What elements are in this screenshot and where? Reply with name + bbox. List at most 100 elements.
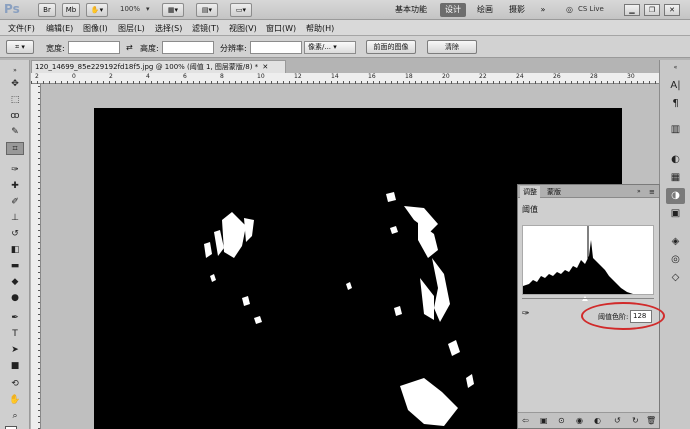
cs-live-icon[interactable]: ◎: [566, 5, 573, 14]
paths-panel-icon[interactable]: ◇: [666, 270, 685, 286]
arrange-documents-button[interactable]: ▤▾: [196, 3, 218, 17]
healing-brush-tool-icon[interactable]: ✚: [6, 180, 24, 193]
close-button[interactable]: ✕: [664, 4, 680, 16]
marquee-tool-icon[interactable]: ⬚: [6, 94, 24, 107]
eraser-tool-icon[interactable]: ◧: [6, 244, 24, 257]
panel-menu-icon[interactable]: ≡: [646, 186, 658, 198]
reset-icon[interactable]: ↺: [614, 416, 621, 425]
slider-track: [522, 298, 654, 299]
more-workspaces-button[interactable]: »: [536, 3, 550, 17]
menu-window[interactable]: 窗口(W): [266, 23, 296, 34]
dodge-tool-icon[interactable]: ●: [6, 292, 24, 305]
hand-tool-icon[interactable]: ✋: [6, 394, 24, 407]
refresh-icon[interactable]: ↻: [632, 416, 639, 425]
ruler-number: 18: [405, 73, 413, 80]
document-tab[interactable]: 120_14699_85e229192fd18f5.jpg @ 100% (阈值…: [31, 60, 286, 73]
adjustments-panel-icon[interactable]: ◑: [666, 188, 685, 204]
character-panel-icon[interactable]: A|: [666, 78, 685, 94]
menu-select[interactable]: 选择(S): [155, 23, 182, 34]
mini-bridge-button[interactable]: Mb: [62, 3, 80, 17]
menu-layer[interactable]: 图层(L): [118, 23, 145, 34]
3d-rotate-tool-icon[interactable]: ⟲: [6, 378, 24, 391]
front-image-button[interactable]: 前面的图像: [366, 40, 416, 54]
path-selection-tool-icon[interactable]: ➤: [6, 344, 24, 357]
ruler-number: 8: [220, 73, 224, 80]
menu-view[interactable]: 视图(V): [229, 23, 257, 34]
ruler-number: 14: [331, 73, 339, 80]
resolution-label: 分辨率:: [220, 44, 247, 53]
ruler-number: 12: [294, 73, 302, 80]
paragraph-panel-icon[interactable]: ¶: [666, 96, 685, 112]
lasso-tool-icon[interactable]: ꝏ: [6, 110, 24, 123]
tab-masks[interactable]: 蒙版: [544, 186, 564, 198]
menu-help[interactable]: 帮助(H): [306, 23, 334, 34]
eyedropper-icon[interactable]: ✑: [522, 309, 530, 319]
clone-stamp-tool-icon[interactable]: ⊥: [6, 212, 24, 225]
brush-tool-icon[interactable]: ✐: [6, 196, 24, 209]
blur-tool-icon[interactable]: ◆: [6, 276, 24, 289]
color-panel-icon[interactable]: ◐: [666, 152, 685, 168]
resolution-unit-select[interactable]: 像素/... ▾: [304, 41, 356, 54]
workspace-photography[interactable]: 摄影: [506, 3, 528, 17]
panel-collapse-icon[interactable]: »: [634, 186, 644, 198]
tab-adjustments[interactable]: 调整: [520, 186, 540, 198]
swap-icon[interactable]: ⇄: [126, 43, 133, 52]
channels-panel-icon[interactable]: ◎: [666, 252, 685, 268]
zoom-dropdown-icon[interactable]: ▾: [146, 5, 150, 13]
ruler-number: 26: [553, 73, 561, 80]
move-tool-icon[interactable]: ✥: [6, 78, 24, 91]
menu-image[interactable]: 图像(I): [83, 23, 108, 34]
ruler-number: 10: [257, 73, 265, 80]
view-previous-icon[interactable]: ◐: [594, 416, 601, 425]
masks-panel-icon[interactable]: ▣: [666, 206, 685, 222]
gradient-tool-icon[interactable]: ▬: [6, 260, 24, 273]
cs-live-label[interactable]: CS Live: [578, 5, 604, 13]
workspace-painting[interactable]: 绘画: [474, 3, 496, 17]
clear-button[interactable]: 清除: [427, 40, 477, 54]
crop-tool-preset-icon[interactable]: ⌗ ▾: [6, 40, 34, 54]
dock-collapse-icon[interactable]: «: [666, 60, 685, 76]
vertical-ruler: [31, 84, 41, 429]
return-icon[interactable]: ⇦: [522, 416, 529, 425]
resolution-input[interactable]: [250, 41, 302, 54]
width-label: 宽度:: [46, 44, 65, 53]
workspace-design[interactable]: 设计: [440, 3, 466, 17]
document-tab-title: 120_14699_85e229192fd18f5.jpg @ 100% (阈值…: [35, 63, 259, 71]
visibility-icon[interactable]: ◉: [576, 416, 583, 425]
eyedropper-tool-icon[interactable]: ✑: [6, 164, 24, 177]
menu-file[interactable]: 文件(F): [8, 23, 35, 34]
restore-button[interactable]: ❐: [644, 4, 660, 16]
pen-tool-icon[interactable]: ✒: [6, 312, 24, 325]
application-bar: Ps Br Mb ✋▾ 100% ▾ ▦▾ ▤▾ ▭▾ 基本功能 设计 绘画 摄…: [0, 0, 690, 20]
shape-tool-icon[interactable]: ■: [6, 360, 24, 373]
resolution-unit-value: 像素/...: [308, 43, 332, 51]
clip-to-layer-icon[interactable]: ⊙: [558, 416, 565, 425]
quick-selection-tool-icon[interactable]: ✎: [6, 126, 24, 139]
panel-collapse-icon[interactable]: »: [6, 64, 24, 77]
expand-view-icon[interactable]: ▣: [540, 416, 548, 425]
history-brush-tool-icon[interactable]: ↺: [6, 228, 24, 241]
ruler-number: 6: [183, 73, 187, 80]
view-extras-button[interactable]: ▦▾: [162, 3, 184, 17]
zoom-level[interactable]: 100%: [120, 5, 140, 13]
bridge-button[interactable]: Br: [38, 3, 56, 17]
swatches-panel-icon[interactable]: ▦: [666, 170, 685, 186]
minimize-button[interactable]: ▁: [624, 4, 640, 16]
menu-edit[interactable]: 编辑(E): [46, 23, 73, 34]
menu-filter[interactable]: 滤镜(T): [192, 23, 219, 34]
type-tool-icon[interactable]: T: [6, 328, 24, 341]
hand-icon[interactable]: ✋▾: [86, 3, 108, 17]
histogram-panel-icon[interactable]: ▥: [666, 122, 685, 138]
delete-icon[interactable]: 🗑: [646, 416, 656, 425]
layers-panel-icon[interactable]: ◈: [666, 234, 685, 250]
zoom-tool-icon[interactable]: ⌕: [6, 410, 24, 423]
ruler-number: 16: [368, 73, 376, 80]
workspace-essentials[interactable]: 基本功能: [392, 3, 430, 17]
screen-mode-button[interactable]: ▭▾: [230, 3, 252, 17]
close-tab-icon[interactable]: ✕: [262, 63, 268, 71]
height-input[interactable]: [162, 41, 214, 54]
ruler-number: 2: [109, 73, 113, 80]
width-input[interactable]: [68, 41, 120, 54]
ruler-number: 2: [35, 73, 39, 80]
crop-tool-icon[interactable]: ⌗: [6, 142, 24, 155]
